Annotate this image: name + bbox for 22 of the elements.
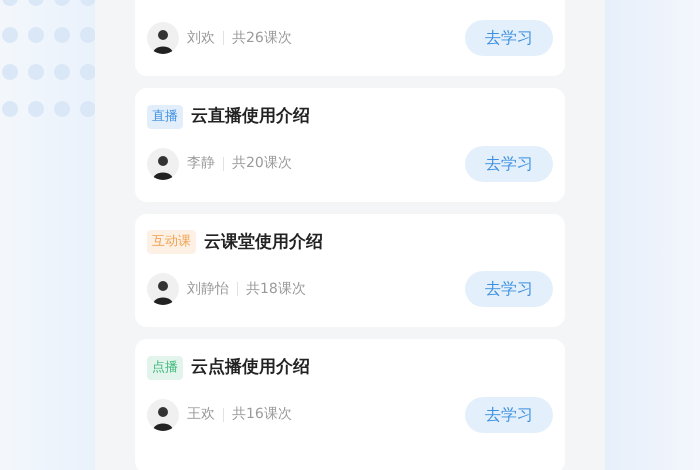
course-title: 云直播使用介绍 (191, 105, 310, 128)
study-button[interactable]: 去学习 (465, 20, 553, 56)
course-tag: 直播 (147, 104, 183, 129)
lesson-count: 共26课次 (232, 28, 292, 48)
avatar-icon (147, 398, 179, 430)
course-title: 云课堂使用介绍 (204, 230, 323, 254)
lesson-count: 共18课次 (246, 280, 306, 298)
course-tag: 互动课 (147, 230, 196, 254)
avatar-icon (147, 22, 179, 54)
avatar-icon (147, 273, 179, 305)
lesson-count: 共20课次 (232, 154, 292, 173)
teacher-name: 李静 (187, 154, 215, 173)
study-button[interactable]: 去学习 (465, 396, 553, 432)
teacher-name: 王欢 (187, 405, 215, 424)
study-button[interactable]: 去学习 (465, 271, 553, 307)
course-title: 云点播使用介绍 (191, 356, 310, 379)
lesson-count: 共16课次 (232, 405, 292, 424)
avatar-icon (147, 148, 179, 180)
study-button[interactable]: 去学习 (465, 146, 553, 182)
teacher-name: 刘欢 (187, 28, 215, 48)
course-tag: 点播 (147, 356, 183, 380)
teacher-name: 刘静怡 (187, 280, 229, 298)
